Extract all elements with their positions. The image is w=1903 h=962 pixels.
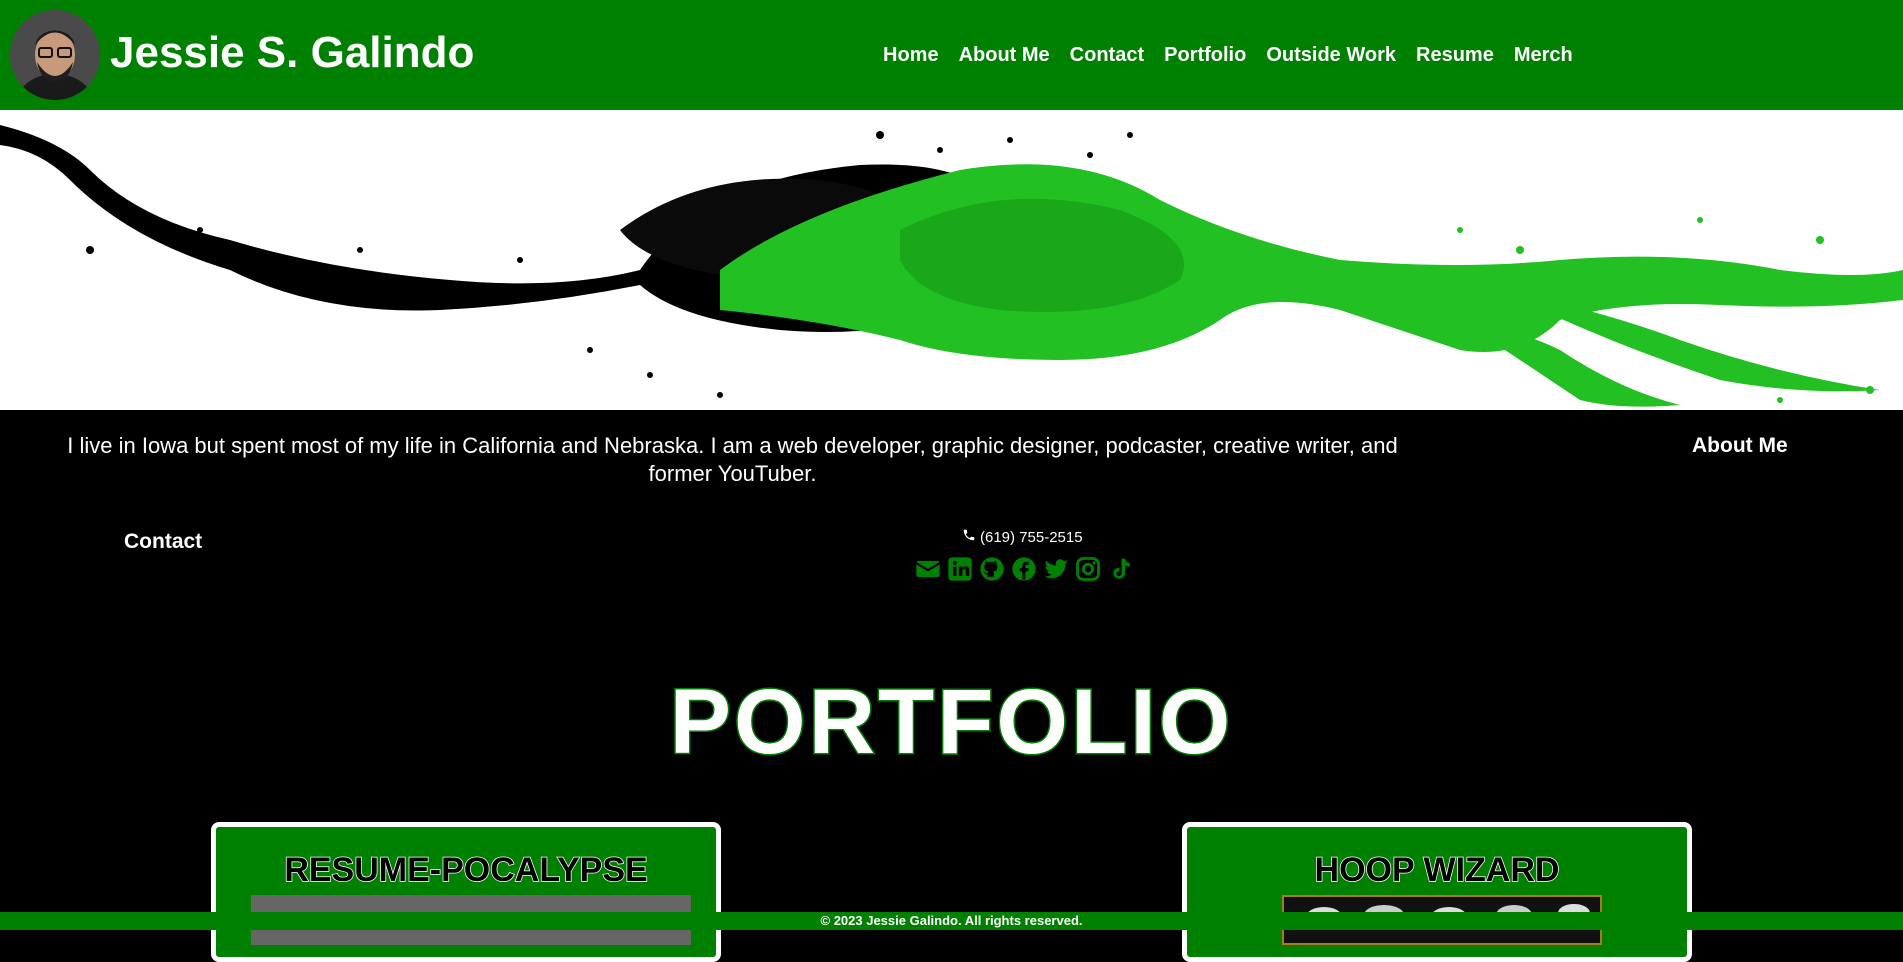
- linkedin-icon[interactable]: [946, 555, 974, 583]
- main-nav: Home About Me Contact Portfolio Outside …: [883, 44, 1573, 67]
- contact-heading: Contact: [124, 530, 203, 553]
- portfolio-card[interactable]: HOOP WIZARD: [1182, 822, 1692, 962]
- portfolio-card[interactable]: RESUME-POCALYPSE: [211, 822, 721, 962]
- nav-about-me[interactable]: About Me: [959, 44, 1050, 67]
- avatar-image: [10, 10, 100, 100]
- portfolio-title: PORTFOLIO: [668, 670, 1234, 775]
- social-links: [914, 555, 1134, 583]
- card-title: RESUME-POCALYPSE: [284, 850, 649, 890]
- nav-resume[interactable]: Resume: [1416, 44, 1494, 67]
- paint-splash-image: [0, 110, 1903, 410]
- site-title[interactable]: Jessie S. Galindo: [110, 28, 474, 78]
- nav-portfolio[interactable]: Portfolio: [1164, 44, 1246, 67]
- phone-number[interactable]: (619) 755-2515: [962, 528, 1083, 546]
- phone-icon: [962, 528, 976, 546]
- about-heading: About Me: [1692, 434, 1788, 457]
- facebook-icon[interactable]: [1010, 555, 1038, 583]
- email-icon[interactable]: [914, 555, 942, 583]
- nav-contact[interactable]: Contact: [1070, 44, 1144, 67]
- tiktok-icon[interactable]: [1106, 555, 1134, 583]
- card-title: HOOP WIZARD: [1314, 850, 1560, 890]
- hero-banner: [0, 110, 1903, 410]
- nav-outside-work[interactable]: Outside Work: [1266, 44, 1396, 67]
- avatar: [10, 10, 100, 100]
- github-icon[interactable]: [978, 555, 1006, 583]
- nav-home[interactable]: Home: [883, 44, 939, 67]
- site-header: Jessie S. Galindo Home About Me Contact …: [0, 0, 1903, 110]
- twitter-icon[interactable]: [1042, 555, 1070, 583]
- nav-merch[interactable]: Merch: [1514, 44, 1573, 67]
- about-text: I live in Iowa but spent most of my life…: [67, 433, 1398, 486]
- phone-text: (619) 755-2515: [980, 528, 1083, 546]
- instagram-icon[interactable]: [1074, 555, 1102, 583]
- site-footer: © 2023 Jessie Galindo. All rights reserv…: [0, 912, 1903, 930]
